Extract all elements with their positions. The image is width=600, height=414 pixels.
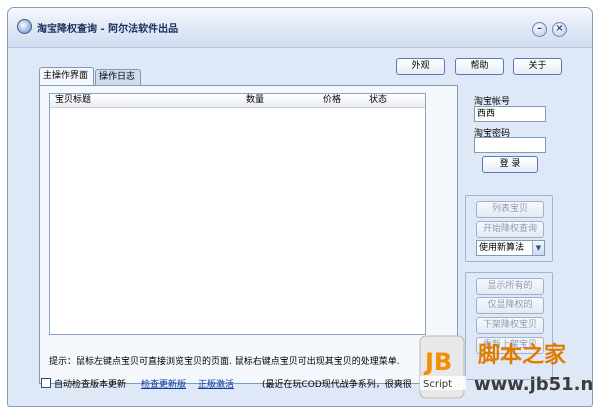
- show-all-button[interactable]: 显示所有的: [476, 278, 544, 295]
- svg-text:www.jb51.net: www.jb51.net: [474, 374, 594, 395]
- app-icon: [17, 19, 32, 34]
- svg-text:Script: Script: [423, 379, 452, 390]
- start-query-button[interactable]: 开始降权查询: [476, 221, 544, 238]
- status-text: (最近在玩COD现代战争系列，很爽很: [262, 380, 412, 390]
- help-button[interactable]: 帮助: [455, 58, 504, 75]
- auto-check-checkbox[interactable]: [41, 378, 51, 388]
- appearance-button[interactable]: 外观: [396, 58, 445, 75]
- only-demoted-button[interactable]: 仅显降权的: [476, 297, 544, 314]
- watermark-logo: JB Script 脚本之家 www.jb51.net: [419, 335, 600, 399]
- item-list[interactable]: 宝贝标题 数量 价格 状态: [49, 93, 426, 335]
- svg-text:脚本之家: 脚本之家: [478, 342, 567, 368]
- column-quantity[interactable]: 数量: [243, 94, 319, 108]
- minimize-button[interactable]: –: [532, 22, 547, 37]
- window-title: 淘宝降权查询 - 阿尔法软件出品: [37, 24, 179, 35]
- auto-check-label: 自动检查版本更新: [54, 380, 127, 390]
- hint-text: 提示：鼠标左键点宝贝可直接浏览宝贝的页面. 鼠标右键点宝贝可出现其宝贝的处理菜单…: [49, 357, 400, 367]
- list-header: 宝贝标题 数量 价格 状态: [50, 94, 425, 108]
- svg-text:JB: JB: [423, 348, 452, 376]
- column-status[interactable]: 状态: [366, 94, 426, 108]
- title-bar[interactable]: 淘宝降权查询 - 阿尔法软件出品 – ×: [8, 8, 592, 48]
- close-button[interactable]: ×: [552, 22, 567, 37]
- column-price[interactable]: 价格: [320, 94, 366, 108]
- main-panel: 宝贝标题 数量 价格 状态 提示：鼠标左键点宝贝可直接浏览宝贝的页面. 鼠标右键…: [39, 85, 458, 384]
- chevron-down-icon[interactable]: ▼: [532, 241, 544, 255]
- tab-operation-log[interactable]: 操作日志: [95, 69, 141, 85]
- activate-link[interactable]: 正版激活: [198, 377, 234, 390]
- list-items-button[interactable]: 列表宝贝: [476, 201, 544, 218]
- about-button[interactable]: 关于: [513, 58, 562, 75]
- algorithm-select[interactable]: 使用新算法 ▼: [476, 240, 545, 256]
- watermark: JB Script 脚本之家 www.jb51.net: [418, 330, 600, 410]
- check-update-link[interactable]: 检查更新版: [141, 377, 186, 390]
- account-input[interactable]: 西西: [474, 106, 546, 122]
- login-button[interactable]: 登 录: [482, 156, 538, 173]
- algorithm-value: 使用新算法: [479, 243, 525, 253]
- tab-main-operation[interactable]: 主操作界面: [39, 67, 94, 86]
- password-input[interactable]: [474, 137, 546, 153]
- column-title[interactable]: 宝贝标题: [52, 94, 242, 108]
